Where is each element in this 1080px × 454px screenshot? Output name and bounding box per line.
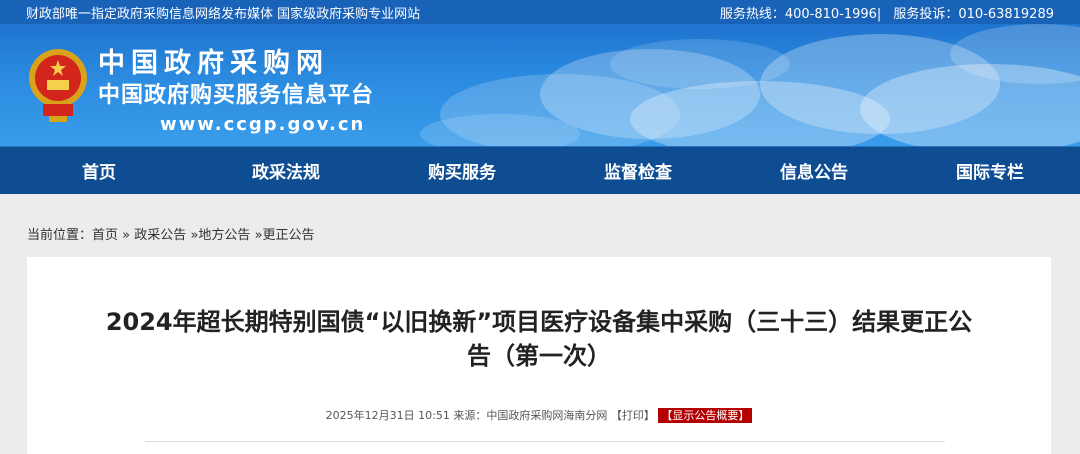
top-slogan: 财政部唯一指定政府采购信息网络发布媒体 国家级政府采购专业网站: [26, 6, 421, 22]
breadcrumb-prefix: 当前位置：: [27, 228, 93, 243]
top-info-bar: 财政部唯一指定政府采购信息网络发布媒体 国家级政府采购专业网站 服务热线：400…: [0, 0, 1080, 24]
nav-announcements[interactable]: 信息公告: [726, 147, 902, 194]
national-emblem-icon: [29, 49, 87, 122]
article-panel: 2024年超长期特别国债“以旧换新”项目医疗设备集中采购（三十三）结果更正公 告…: [27, 257, 1051, 454]
article-title-line2: 告（第一次）: [467, 342, 611, 370]
breadcrumb: 当前位置：首页 » 政采公告 »地方公告 »更正公告: [27, 224, 315, 243]
article-source: 来源：中国政府采购网海南分网: [453, 409, 608, 422]
hotline-text: 服务热线：400-810-1996: [719, 6, 877, 22]
breadcrumb-separator: »: [122, 228, 131, 243]
article-title-line1: 2024年超长期特别国债“以旧换新”项目医疗设备集中采购（三十三）结果更正公: [105, 308, 973, 336]
breadcrumb-home[interactable]: 首页: [92, 228, 118, 243]
site-logo-subtitle: 中国政府购买服务信息平台: [98, 83, 375, 108]
print-link[interactable]: 【打印】: [611, 409, 655, 422]
contact-separator: |: [876, 6, 882, 22]
complaint-text: 服务投诉：010-63819289: [893, 6, 1054, 22]
article-title: 2024年超长期特别国债“以旧换新”项目医疗设备集中采购（三十三）结果更正公 告…: [27, 305, 1051, 373]
site-logo-title[interactable]: 中国政府采购网: [98, 50, 329, 77]
site-url: www.ccgp.gov.cn: [160, 114, 366, 135]
breadcrumb-procurement[interactable]: 政采公告: [134, 228, 186, 243]
header-banner: 中国政府采购网 中国政府购买服务信息平台 www.ccgp.gov.cn: [0, 24, 1080, 146]
top-contact: 服务热线：400-810-1996| 服务投诉：010-63819289: [720, 3, 1054, 22]
divider: [145, 441, 945, 442]
article-date: 2025年12月31日 10:51: [325, 409, 450, 422]
nav-supervision[interactable]: 监督检查: [550, 147, 726, 194]
breadcrumb-local[interactable]: 地方公告: [198, 228, 250, 243]
nav-regulations[interactable]: 政采法规: [198, 147, 374, 194]
nav-international[interactable]: 国际专栏: [902, 147, 1078, 194]
show-summary-button[interactable]: 【显示公告概要】: [658, 408, 753, 423]
main-nav: 首页 政采法规 购买服务 监督检查 信息公告 国际专栏: [0, 146, 1080, 194]
breadcrumb-correction[interactable]: 更正公告: [263, 228, 315, 243]
nav-purchase-services[interactable]: 购买服务: [374, 147, 550, 194]
nav-home[interactable]: 首页: [0, 147, 198, 194]
article-meta: 2025年12月31日 10:51 来源：中国政府采购网海南分网 【打印】 【显…: [27, 407, 1051, 423]
breadcrumb-separator: »: [254, 228, 263, 243]
